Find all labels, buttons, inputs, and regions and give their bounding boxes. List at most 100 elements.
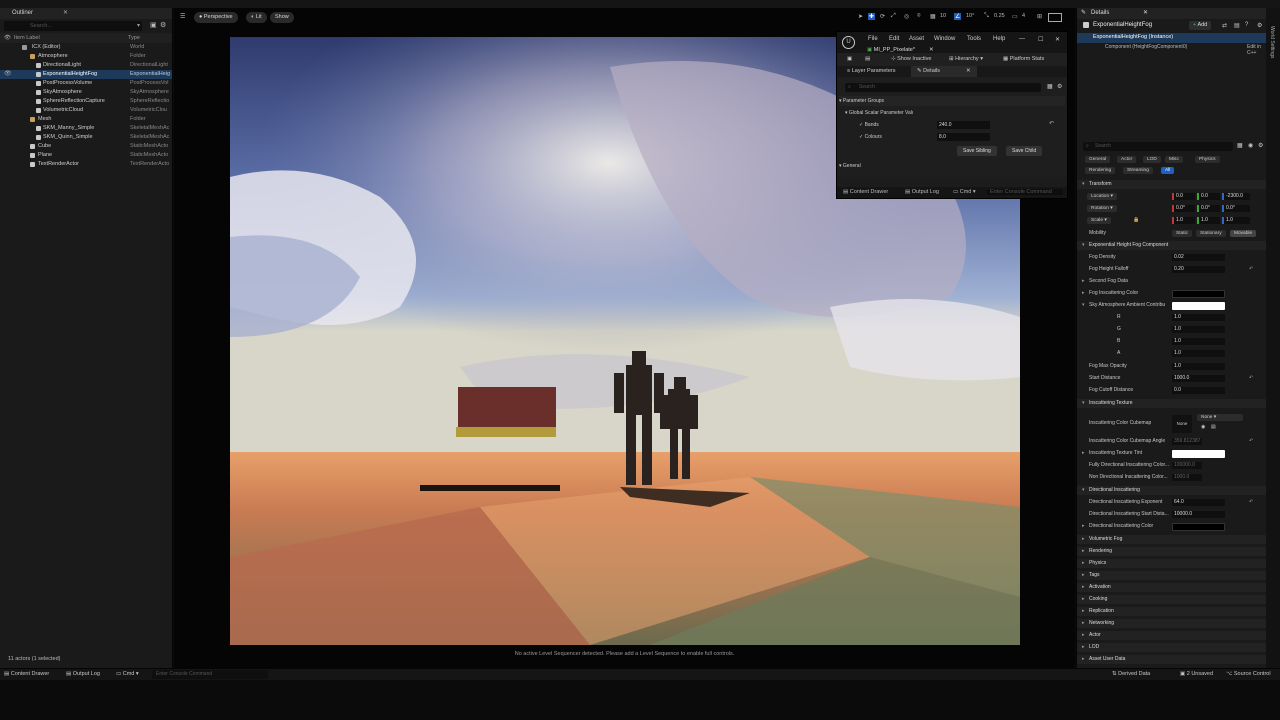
b-field[interactable]: 1.0 <box>1172 338 1225 345</box>
edit-cpp-link[interactable]: Edit in C++ <box>1247 44 1268 56</box>
section-physics[interactable]: ▸ Physics <box>1077 559 1267 568</box>
table-row[interactable]: 👁 ExponentialHeightFog ExponentialHeig <box>0 70 172 79</box>
blueprint-icon[interactable]: ⇄ <box>1222 22 1227 29</box>
parameter-groups-header[interactable]: ▾ Parameter Groups <box>839 96 1065 106</box>
scale-icon[interactable]: ⤢ <box>891 13 896 20</box>
cubemap-dropdown[interactable]: None ▾ <box>1197 414 1243 421</box>
rotation-dropdown[interactable]: Rotation ▾ <box>1087 205 1117 212</box>
fog-inscat-swatch[interactable] <box>1172 289 1225 298</box>
instance-row[interactable]: ExponentialHeightFog (Instance) <box>1077 33 1268 43</box>
texture-tint-swatch[interactable] <box>1172 449 1225 458</box>
cmd-button[interactable]: ▭ Cmd ▾ <box>953 189 976 195</box>
table-row[interactable]: DirectionalLight DirectionalLight <box>0 61 172 70</box>
material-search-input[interactable]: ⌕ Search <box>845 83 1041 92</box>
g-field[interactable]: 1.0 <box>1172 326 1225 333</box>
a-field[interactable]: 1.0 <box>1172 350 1225 357</box>
section-transform[interactable]: ▾ Transform <box>1077 180 1267 189</box>
unsaved-button[interactable]: ▣ 2 Unsaved <box>1180 671 1213 677</box>
outliner-tab[interactable]: Outliner ✕ <box>0 8 172 19</box>
location-x[interactable]: 0.0 <box>1172 193 1195 200</box>
close-icon[interactable]: ✕ <box>966 68 971 74</box>
scale-x[interactable]: 1.0 <box>1172 217 1195 224</box>
folder-add-icon[interactable]: ▣ <box>150 21 157 29</box>
location-z[interactable]: -2300.0 <box>1222 193 1250 200</box>
scale-dropdown[interactable]: Scale ▾ <box>1087 217 1111 224</box>
maximize-icon[interactable]: ☐ <box>1038 36 1043 43</box>
content-drawer-button[interactable]: ▤ Content Drawer <box>843 189 888 195</box>
scalar-group-header[interactable]: ▾ Global Scalar Parameter Valı <box>845 108 913 118</box>
table-row[interactable]: PostProcessVolume PostProcessVol <box>0 79 172 88</box>
menu-edit[interactable]: Edit <box>889 36 899 42</box>
start-distance-field[interactable]: 1000.0 <box>1172 375 1225 382</box>
cutoff-field[interactable]: 0.0 <box>1172 387 1225 394</box>
table-row[interactable]: TextRenderActor TextRenderActo <box>0 160 172 169</box>
mobility-movable[interactable]: Movable <box>1230 230 1257 237</box>
eye-icon[interactable]: 👁 <box>4 33 11 43</box>
gear-icon[interactable]: ⚙ <box>160 21 166 29</box>
reset-icon[interactable]: ↶ <box>1249 374 1253 383</box>
table-row[interactable]: Cube StaticMeshActo <box>0 142 172 151</box>
col-type[interactable]: Type <box>128 33 140 43</box>
table-row[interactable]: SphereReflectionCapture SphereReflectio <box>0 97 172 106</box>
details-tab[interactable]: ✎ Details ✕ <box>1077 8 1268 19</box>
filter-actor[interactable]: Actor <box>1117 156 1137 163</box>
platform-stats-button[interactable]: ▦ Platform Stats <box>1003 56 1044 62</box>
fog-max-opacity-field[interactable]: 1.0 <box>1172 363 1225 370</box>
section-actor[interactable]: ▸ Actor <box>1077 631 1267 640</box>
gear-icon[interactable]: ⚙ <box>1258 142 1263 149</box>
dir-exponent-field[interactable]: 64.0 <box>1172 499 1225 506</box>
grid-view-icon[interactable]: ▦ <box>1237 142 1243 149</box>
derived-data-button[interactable]: ⇅ Derived Data <box>1112 671 1150 677</box>
camera-speed-icon[interactable]: ▭ <box>1012 13 1018 20</box>
section-tags[interactable]: ▸ Tags <box>1077 571 1267 580</box>
scale-snap-icon[interactable]: ⤡ <box>984 13 989 20</box>
rotation-x[interactable]: 0.0° <box>1172 205 1195 212</box>
console-input[interactable]: Enter Console Command <box>987 189 1063 195</box>
material-editor-window[interactable]: U File Edit Asset Window Tools Help — ☐ … <box>836 31 1068 199</box>
close-icon[interactable]: ✕ <box>1143 8 1148 19</box>
dir-start-field[interactable]: 10000.0 <box>1172 511 1225 518</box>
cubemap-thumbnail[interactable]: None <box>1172 415 1192 433</box>
close-icon[interactable]: ✕ <box>63 8 68 19</box>
tab-details[interactable]: ✎ Details ✕ <box>911 66 977 77</box>
close-icon[interactable]: ✕ <box>1055 36 1060 43</box>
browse-icon[interactable]: ▤ <box>1211 423 1216 432</box>
gear-icon[interactable]: ⚙ <box>1057 83 1062 90</box>
eye-icon[interactable]: ◉ <box>1248 142 1253 149</box>
hamburger-icon[interactable]: ☰ <box>180 13 185 20</box>
fog-falloff-field[interactable]: 0.20 <box>1172 266 1225 273</box>
filter-lod[interactable]: LOD <box>1143 156 1161 163</box>
reset-icon[interactable]: ↶ <box>1049 120 1054 127</box>
table-row[interactable]: VolumetricCloud VolumetricClou <box>0 106 172 115</box>
console-input[interactable]: Enter Console Command <box>152 670 268 679</box>
scale-snap-value[interactable]: 0.25 <box>994 13 1005 19</box>
grid-view-icon[interactable]: ▦ <box>1047 83 1053 90</box>
dir-color-swatch[interactable] <box>1172 522 1225 531</box>
section-inscattering-texture[interactable]: ▾ Inscattering Texture <box>1077 399 1267 408</box>
sky-ambient-swatch[interactable] <box>1172 301 1225 310</box>
chevron-down-icon[interactable]: ▾ <box>137 22 140 29</box>
output-log-button[interactable]: ▤ Output Log <box>66 671 100 677</box>
location-y[interactable]: 0.0 <box>1197 193 1220 200</box>
mobility-stationary[interactable]: Stationary <box>1196 230 1226 237</box>
section-rendering[interactable]: ▸ Rendering <box>1077 547 1267 556</box>
table-row[interactable]: Atmosphere Folder <box>0 52 172 61</box>
table-row[interactable]: Mesh Folder <box>0 115 172 124</box>
table-row[interactable]: SKM_Quinn_Simple SkeletalMeshAc <box>0 133 172 142</box>
fully-dir-field[interactable]: 100000.0 <box>1172 462 1202 469</box>
world-icon[interactable]: ◎ <box>904 13 909 20</box>
bands-value-field[interactable]: 240.0 <box>937 121 990 129</box>
save-icon[interactable]: ▣ <box>847 56 852 62</box>
fog-density-field[interactable]: 0.02 <box>1172 254 1225 261</box>
section-volumetric-fog[interactable]: ▸ Volumetric Fog <box>1077 535 1267 544</box>
mobility-static[interactable]: Static <box>1172 230 1192 237</box>
menu-asset[interactable]: Asset <box>909 36 924 42</box>
save-sibling-button[interactable]: Save Sibling <box>957 146 997 156</box>
layout-icon[interactable]: ⊞ <box>1037 13 1042 20</box>
section-lod[interactable]: ▸ LOD <box>1077 643 1267 652</box>
content-drawer-button[interactable]: ▤ Content Drawer <box>4 671 49 677</box>
lit-button[interactable]: ◐ Lit <box>246 12 267 23</box>
maximize-viewport-icon[interactable] <box>1048 13 1062 22</box>
world-settings-tab[interactable]: World Settings <box>1269 26 1275 58</box>
reset-icon[interactable]: ↶ <box>1249 437 1253 446</box>
